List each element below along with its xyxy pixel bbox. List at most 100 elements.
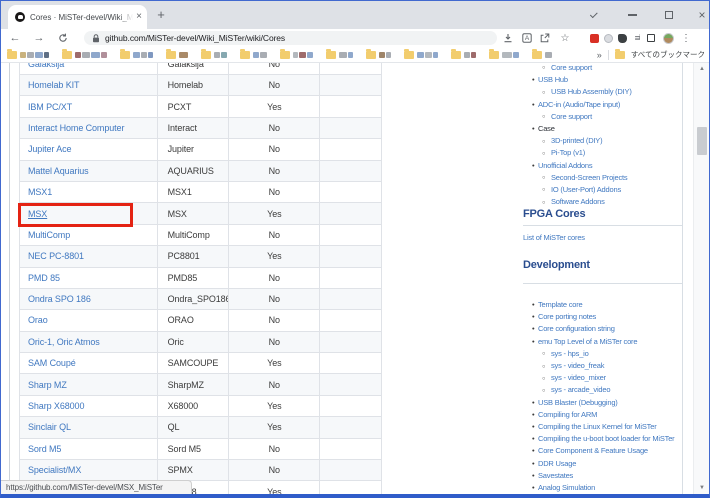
bookmark-item[interactable] [240,51,268,59]
core-name-link[interactable]: Sord M5 [28,444,61,454]
bookmark-item[interactable] [532,51,553,59]
core-name-link[interactable]: Galaksija [28,63,64,69]
table-row: Sord M5Sord M5No [20,439,382,460]
sidebar-link[interactable]: emu Top Level of a MiSTer core [538,337,637,346]
maximize-button[interactable] [655,1,683,29]
core-name-link[interactable]: Sharp MZ [28,380,67,390]
sidebar-link[interactable]: Analog Simulation [538,483,595,492]
sidebar-link[interactable]: Pi-Top (v1) [551,148,585,157]
scrollbar-thumb[interactable] [697,127,707,155]
menu-icon[interactable]: ⋮ [678,29,694,47]
core-name-link[interactable]: MultiComp [28,230,70,240]
sidebar-link[interactable]: sys - video_mixer [551,373,606,382]
share-button[interactable] [537,29,553,47]
save-support-cell: No [229,460,320,481]
core-name-cell: Sharp X68000 [20,396,158,417]
core-name-link[interactable]: Interact Home Computer [28,123,124,133]
tab-close-icon[interactable]: × [136,12,142,22]
sidebar-link-list-of-cores[interactable]: List of MiSTer cores [523,233,585,242]
browser-tab[interactable]: Cores · MiSTer-devel/Wiki_MiSTe × [8,5,147,29]
core-name-cell: Homelab KIT [20,75,158,96]
forward-button[interactable]: → [30,29,48,47]
core-name-link[interactable]: Mattel Aquarius [28,166,89,176]
bookmarks-overflow-button[interactable]: » [597,50,602,60]
core-name-cell: Oric-1, Oric Atmos [20,332,158,353]
sidebar-link[interactable]: sys - arcade_video [551,385,610,394]
core-name-link[interactable]: Jupiter Ace [28,144,71,154]
address-bar[interactable]: github.com/MiSTer-devel/Wiki_MiSTer/wiki… [84,31,497,45]
sidebar-link[interactable]: sys - video_freak [551,361,604,370]
core-name-link[interactable]: Oric-1, Oric Atmos [28,337,100,347]
redacted-bookmark-label [148,52,153,58]
sidebar-link[interactable]: Savestates [538,471,573,480]
bookmark-item[interactable] [166,51,189,59]
core-name-link[interactable]: NEC PC-8801 [28,251,84,261]
bookmark-item[interactable] [7,51,50,59]
sidebar-link[interactable]: ADC-in (Audio/Tape input) [538,100,620,109]
bookmark-folder-icon [404,51,414,59]
core-name-link[interactable]: Sharp X68000 [28,401,84,411]
core-name-cell: SAM Coupé [20,353,158,374]
side-panel-icon[interactable] [643,29,659,47]
bookmark-item[interactable] [326,51,354,59]
save-support-cell: Yes [229,246,320,267]
sidebar-link[interactable]: Compiling for ARM [538,410,597,419]
core-name-link[interactable]: SAM Coupé [28,358,76,368]
profile-avatar[interactable] [660,29,676,47]
core-name-link[interactable]: Homelab KIT [28,80,79,90]
core-name-link[interactable]: MSX1 [28,187,52,197]
sidebar-link[interactable]: Software Addons [551,197,605,206]
scroll-down-arrow-icon[interactable]: ▼ [694,482,709,494]
tab-search-button[interactable] [580,1,608,29]
bookmark-item[interactable] [201,51,228,59]
bookmark-item[interactable] [489,51,520,59]
sidebar-link[interactable]: DDR Usage [538,459,576,468]
sidebar-link[interactable]: USB Blaster (Debugging) [538,398,618,407]
sidebar-link[interactable]: Template core [538,300,583,309]
bookmark-item[interactable] [366,51,392,59]
bookmark-star-icon[interactable]: ☆ [557,29,573,47]
sidebar-link[interactable]: Core Component & Feature Usage [538,446,648,455]
bookmark-item[interactable] [120,51,154,59]
extension-dark-icon[interactable] [614,29,630,47]
sidebar-link[interactable]: Core porting notes [538,312,596,321]
close-window-button[interactable]: × [688,1,710,29]
bookmark-item[interactable] [404,51,439,59]
sidebar-link[interactable]: Unofficial Addons [538,161,592,170]
reload-button[interactable] [54,29,72,47]
scroll-up-arrow-icon[interactable]: ▲ [694,63,709,75]
minimize-button[interactable] [618,1,646,29]
sidebar-link[interactable]: Core support [551,63,592,72]
sidebar-link[interactable]: Core configuration string [538,324,615,333]
notes-cell [320,118,382,139]
notes-cell [320,481,382,494]
bookmark-item[interactable] [280,51,314,59]
sidebar-link[interactable]: IO (User-Port) Addons [551,185,621,194]
sidebar-link[interactable]: USB Hub Assembly (DIY) [551,87,632,96]
sidebar-list-item: ○IO (User-Port) Addons [523,184,683,196]
core-name-link[interactable]: Specialist/MX [28,465,81,475]
core-name-link[interactable]: PMD 85 [28,273,60,283]
sidebar-link[interactable]: Compiling the u-boot boot loader for MiS… [538,434,674,443]
save-page-button[interactable] [500,29,516,47]
core-name-link[interactable]: Orao [28,315,48,325]
bookmark-item[interactable] [62,51,108,59]
table-row: Oric-1, Oric AtmosOricNo [20,332,382,353]
new-tab-button[interactable]: + [153,7,169,23]
sidebar-link[interactable]: Core support [551,112,592,121]
core-name-link[interactable]: Ondra SPO 186 [28,294,91,304]
translate-button[interactable]: A [519,29,535,47]
sidebar-link[interactable]: Second-Screen Projects [551,173,627,182]
sidebar-link[interactable]: USB Hub [538,75,568,84]
core-name-link[interactable]: Sinclair QL [28,422,71,432]
all-bookmarks-label[interactable]: すべてのブックマーク [631,49,705,60]
page-scrollbar[interactable]: ▲ ▼ [693,63,709,494]
back-button[interactable]: ← [6,29,24,47]
core-name-link[interactable]: IBM PC/XT [28,102,72,112]
sidebar-link[interactable]: Compiling the Linux Kernel for MiSTer [538,422,657,431]
sidebar-link[interactable]: 3D-printed (DIY) [551,136,602,145]
bookmark-item[interactable] [451,51,477,59]
notes-cell [320,396,382,417]
redacted-bookmark-label [133,52,140,58]
sidebar-link[interactable]: sys - hps_io [551,349,589,358]
